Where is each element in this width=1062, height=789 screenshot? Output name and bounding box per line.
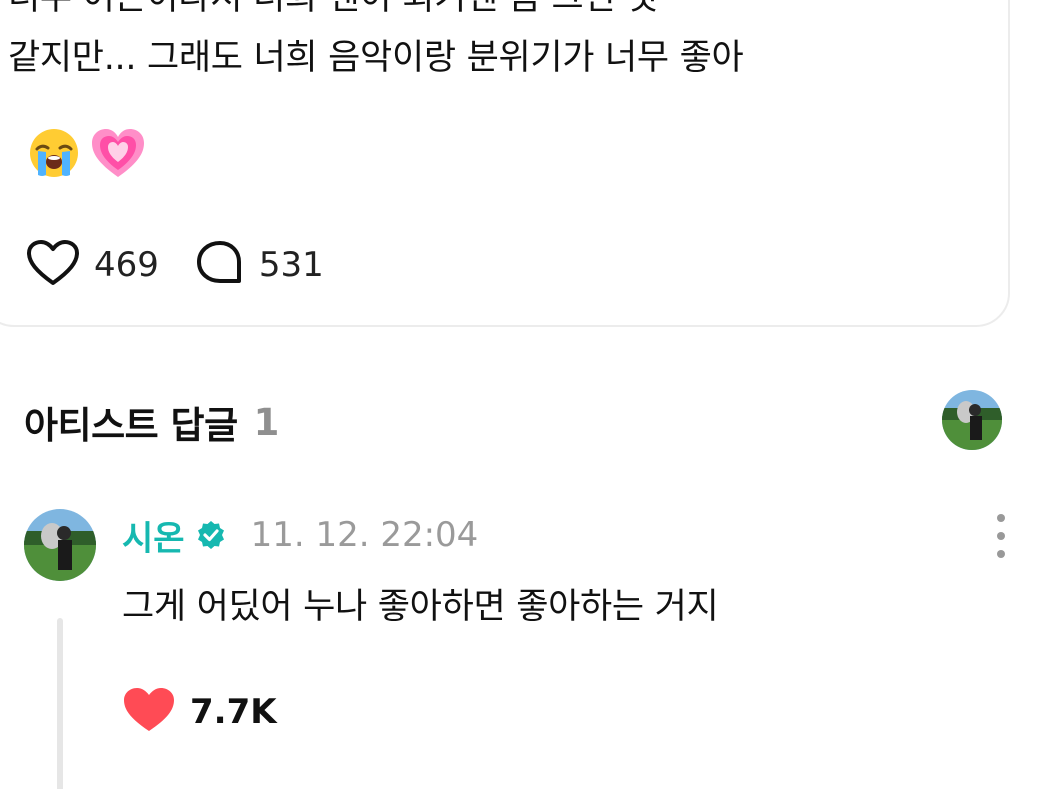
avatar-photo-icon [24,509,96,581]
artist-reply-header: 아티스트 답글 1 [24,392,279,452]
growing-heart-icon [90,127,146,183]
section-title: 아티스트 답글 [24,404,238,447]
more-dot-icon [997,514,1005,522]
comment-bubble-icon [195,239,245,291]
post-emoji-row [28,128,146,182]
post-text-line-1: 너무 어른이라서 너희 팬이 되기엔 좀 그런 것 [8,0,948,28]
comment-count: 531 [258,245,324,285]
comment-button[interactable]: 531 [195,239,324,291]
reply-author-avatar[interactable] [24,509,96,581]
post-text-line-2: 같지만... 그래도 너희 음악이랑 분위기가 너무 좋아 [8,38,744,78]
like-button[interactable]: 469 [26,239,159,291]
reply-timestamp: 11. 12. 22:04 [250,515,479,555]
more-dot-icon [997,550,1005,558]
more-options-button[interactable] [986,514,1016,558]
heart-filled-icon [122,686,176,738]
more-dot-icon [997,532,1005,540]
avatar-photo-icon [942,390,1002,450]
loudly-crying-face-icon [28,127,80,183]
like-count: 469 [94,245,159,285]
reply-text: 그게 어딨어 누나 좋아하면 좋아하는 거지 [122,587,719,627]
reply-author-name[interactable]: 시온 [122,511,185,560]
heart-outline-icon [26,239,80,291]
reply-like-button[interactable]: 7.7K [122,684,277,740]
section-count: 1 [253,400,280,444]
thread-line [57,618,63,789]
post-actions: 469 531 [26,240,360,290]
verified-badge-icon [195,519,227,551]
artist-avatar[interactable] [942,390,1002,450]
reply-header: 시온 11. 12. 22:04 [122,510,478,560]
post-text: 너무 어른이라서 너희 팬이 되기엔 좀 그런 것 같지만... 그래도 너희 … [8,0,948,88]
reply-like-count: 7.7K [190,692,277,732]
page: 너무 어른이라서 너희 팬이 되기엔 좀 그런 것 같지만... 그래도 너희 … [0,0,1062,789]
